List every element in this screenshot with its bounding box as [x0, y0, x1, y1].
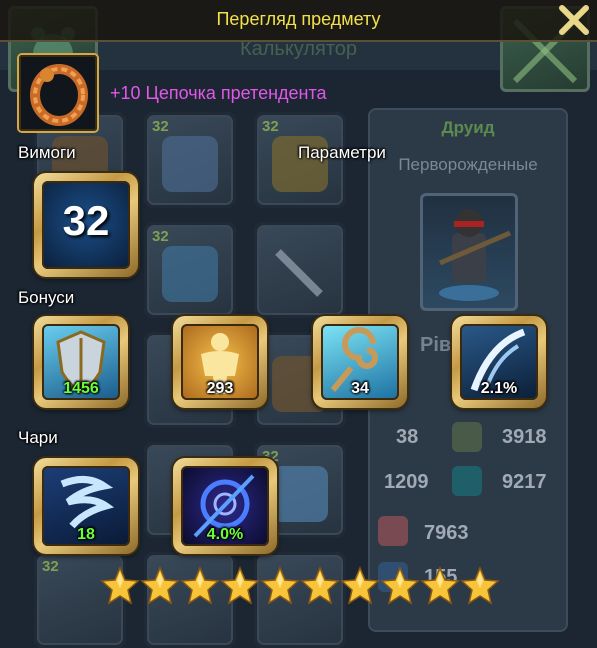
gold-star-icon — [140, 566, 180, 605]
bonus-value: 1456 — [63, 380, 99, 397]
requirements-label: Вимоги — [18, 143, 76, 162]
bonus-slot[interactable]: 2.1% — [452, 316, 546, 408]
enchant-slot[interactable]: 18 — [34, 458, 138, 554]
popup-title: Перегляд предмету — [216, 9, 381, 29]
required-level: 32 — [62, 197, 110, 244]
stat-value: 3918 — [502, 426, 547, 448]
character-portrait — [420, 193, 518, 311]
enchant-value: 4.0% — [206, 526, 244, 543]
bonus-value: 293 — [206, 380, 234, 397]
gold-star-icon — [180, 566, 220, 605]
gold-star-icon — [340, 566, 380, 605]
bonuses-label: Бонуси — [18, 288, 75, 307]
partial-label: Рів — [420, 334, 452, 356]
swirl-icon — [452, 466, 482, 496]
character-race: Перворожденные — [398, 155, 538, 174]
parameters-label: Параметри — [298, 143, 386, 162]
strength-figure-icon: 293 — [181, 324, 259, 400]
enchant-slot[interactable]: 4.0% — [173, 458, 277, 554]
item-name: +10 Цепочка претендента — [110, 83, 327, 103]
wind-spiral-icon: 34 — [321, 324, 399, 400]
gold-star-icon — [460, 566, 500, 605]
inventory-cell[interactable]: 32 — [144, 222, 236, 318]
armor-icon — [162, 246, 218, 302]
bonus-slot[interactable]: 293 — [173, 316, 267, 408]
cell-level: 32 — [42, 558, 59, 575]
helmet-icon — [162, 136, 218, 192]
close-button[interactable] — [556, 2, 592, 38]
enchants-label: Чари — [18, 428, 58, 447]
stat-value: 1209 — [384, 471, 429, 493]
water-whirl-icon: 18 — [42, 466, 130, 546]
stat-value: 7963 — [424, 522, 469, 544]
cell-level: 32 — [262, 118, 279, 135]
shield-icon: 1456 — [42, 324, 120, 400]
level-requirement-slot: 32 — [34, 173, 138, 277]
figure-icon — [452, 422, 482, 452]
sword-icon — [272, 246, 328, 302]
stat-value: 38 — [396, 426, 419, 448]
inventory-cell[interactable] — [254, 222, 346, 318]
gold-star-icon — [220, 566, 260, 605]
item-upgrade-stars — [100, 566, 500, 608]
cell-level: 32 — [152, 118, 169, 135]
dark-vortex-icon: 4.0% — [181, 466, 269, 546]
ring-chain-icon — [19, 55, 97, 131]
gloves-icon — [272, 466, 328, 522]
gold-star-icon — [420, 566, 460, 605]
enchant-value: 18 — [77, 526, 95, 543]
stat-value: 9217 — [502, 471, 547, 493]
inventory-cell[interactable]: 32 — [144, 112, 236, 208]
slash-strike-icon: 2.1% — [460, 324, 538, 400]
cell-level: 32 — [152, 228, 169, 245]
character-class: Друид — [441, 118, 495, 137]
health-icon — [378, 516, 408, 546]
bonus-slot[interactable]: 34 — [313, 316, 407, 408]
bonus-slot[interactable]: 1456 — [34, 316, 128, 408]
gold-star-icon — [380, 566, 420, 605]
gold-star-icon — [100, 566, 140, 605]
bonus-value: 34 — [351, 380, 369, 397]
close-x-icon[interactable] — [556, 2, 592, 38]
bonus-value: 2.1% — [480, 380, 518, 397]
gold-star-icon — [260, 566, 300, 605]
gold-star-icon — [300, 566, 340, 605]
